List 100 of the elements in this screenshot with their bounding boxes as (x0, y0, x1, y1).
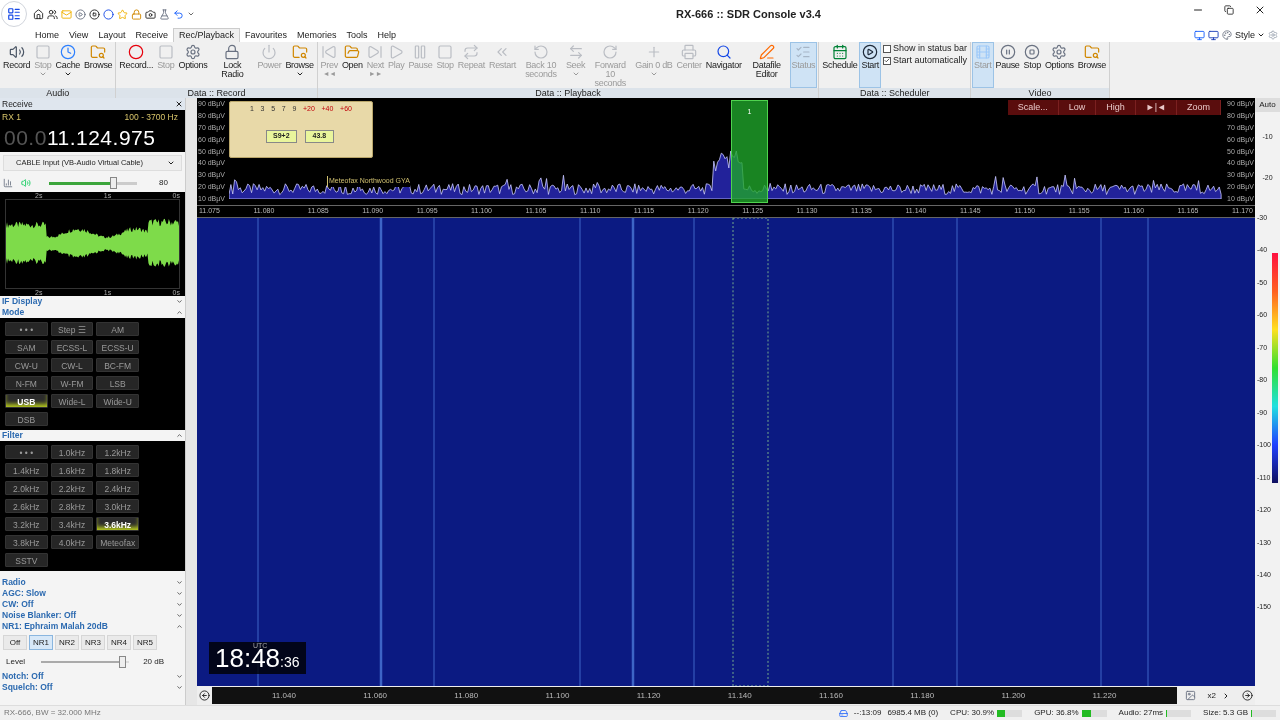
spectrum-control-button[interactable]: Scale... (1007, 100, 1059, 115)
mode-button[interactable]: ECSS-U (96, 340, 139, 354)
mode-button[interactable]: SSTV (5, 553, 48, 567)
ribbon-button[interactable]: Options (1042, 42, 1076, 88)
auto-button[interactable]: Auto (1255, 98, 1280, 112)
ribbon-button[interactable]: Lock Radio (209, 42, 256, 88)
mode-button[interactable]: LSB (96, 376, 139, 390)
panel-scrollbar[interactable] (185, 98, 197, 705)
menu-tab[interactable]: Favourites (239, 28, 292, 42)
circle-icon[interactable] (103, 8, 114, 20)
mode-button[interactable]: W-FM (50, 376, 94, 390)
section-header[interactable]: Notch: Off (0, 671, 185, 682)
mode-button[interactable]: Wide-L (50, 394, 94, 408)
ribbon-button[interactable]: Browse (283, 42, 316, 88)
menu-tab[interactable]: Help (372, 28, 402, 42)
mode-button[interactable]: 3.0kHz (96, 499, 139, 513)
mode-button[interactable]: 3.4kHz (50, 517, 94, 531)
monitor-icon[interactable] (1194, 29, 1205, 41)
menu-tab[interactable]: Receive (130, 28, 173, 42)
mode-button[interactable]: • • • (5, 322, 48, 336)
mode-button[interactable]: USB (5, 394, 48, 408)
menu-tab[interactable]: Tools (341, 28, 373, 42)
spectrum-control-button[interactable]: ►|◄ (1135, 100, 1177, 115)
mode-button[interactable]: 2.0kHz (5, 481, 48, 495)
flask-icon[interactable] (159, 8, 170, 20)
ribbon-button[interactable]: Browse (82, 42, 115, 88)
ribbon-button[interactable]: Options (176, 42, 210, 88)
ribbon-button[interactable]: Datafile Editor (743, 42, 790, 88)
spectrum-control-button[interactable]: Zoom (1177, 100, 1221, 115)
home-icon[interactable] (33, 8, 44, 20)
mode-button[interactable]: 2.2kHz (50, 481, 94, 495)
section-header[interactable]: CW: Off (0, 599, 185, 610)
ribbon-button[interactable]: Record... (117, 42, 156, 88)
section-header[interactable]: NR1: Ephraim Malah 20dB (0, 621, 185, 632)
scroll-right-icon[interactable] (1242, 690, 1253, 701)
camera-icon[interactable] (145, 8, 156, 20)
undo-icon[interactable] (173, 8, 184, 20)
menu-tab[interactable]: View (64, 28, 94, 42)
ribbon-button[interactable]: Cache (53, 42, 83, 88)
zoom-factor-button[interactable]: x2 (1197, 689, 1240, 702)
ribbon-button[interactable]: Start (859, 42, 881, 88)
caret-icon[interactable] (187, 10, 195, 18)
nr-button[interactable]: NR1 (29, 635, 53, 650)
level-meter-icon[interactable] (3, 178, 13, 188)
spectrum-control-button[interactable]: Low (1058, 100, 1097, 115)
mode-button[interactable]: Meteofax (96, 535, 139, 549)
section-header[interactable]: Filter (0, 430, 185, 441)
users-icon[interactable] (47, 8, 58, 20)
scroll-left-icon[interactable] (199, 690, 210, 701)
mode-button[interactable]: CW-L (50, 358, 94, 372)
mode-button[interactable]: 3.8kHz (5, 535, 48, 549)
section-header[interactable]: Squelch: Off (0, 682, 185, 693)
level-slider[interactable] (41, 656, 130, 668)
checkbox-option[interactable]: Show in status bar (882, 43, 967, 54)
ribbon-button[interactable]: Stop (1021, 42, 1043, 88)
ribbon-button[interactable]: Pause (993, 42, 1022, 88)
mode-button[interactable]: 3.6kHz (96, 517, 139, 531)
mode-button[interactable]: 1.8kHz (96, 463, 139, 477)
mode-button[interactable]: 1.4kHz (5, 463, 48, 477)
ribbon-button[interactable]: Browse (1075, 42, 1109, 88)
menu-tab[interactable]: Home (30, 28, 64, 42)
mode-button[interactable]: ECSS-L (50, 340, 94, 354)
mode-button[interactable]: DSB (5, 412, 48, 426)
mode-button[interactable]: 2.6kHz (5, 499, 48, 513)
mode-button[interactable]: • • • (5, 445, 48, 459)
ribbon-button[interactable]: Navigator (703, 42, 744, 88)
menu-tab[interactable]: Rec/Playback (172, 28, 240, 42)
menu-tab[interactable]: Memories (292, 28, 342, 42)
mode-button[interactable]: 2.8kHz (50, 499, 94, 513)
ribbon-button[interactable]: Schedule (820, 42, 860, 88)
nr-button[interactable]: NR4 (107, 635, 131, 650)
mode-button[interactable]: BC-FM (96, 358, 139, 372)
mode-button[interactable]: 1.0kHz (50, 445, 94, 459)
star-icon[interactable] (117, 8, 128, 20)
checkbox-option[interactable]: Start automatically (882, 55, 967, 66)
picture-icon[interactable] (1184, 690, 1196, 701)
section-header[interactable]: IF Display (0, 296, 185, 307)
section-header[interactable]: AGC: Slow (0, 588, 185, 599)
nr-button[interactable]: NR2 (55, 635, 79, 650)
section-header[interactable]: Radio (0, 577, 185, 588)
stop-icon[interactable] (89, 8, 100, 20)
mode-button[interactable]: 4.0kHz (50, 535, 94, 549)
mode-button[interactable]: N-FM (5, 376, 48, 390)
mode-button[interactable]: 2.4kHz (96, 481, 139, 495)
spectrum-control-button[interactable]: High (1096, 100, 1136, 115)
nr-button[interactable]: NR3 (81, 635, 105, 650)
monitor-icon[interactable] (1208, 29, 1219, 41)
mode-button[interactable]: Wide-U (96, 394, 139, 408)
close-icon[interactable] (175, 100, 183, 108)
mode-button[interactable]: 1.2kHz (96, 445, 139, 459)
frequency-display[interactable]: 00.011.124.975 (0, 124, 185, 152)
mode-button[interactable]: 3.2kHz (5, 517, 48, 531)
style-menu[interactable]: Style (1235, 29, 1265, 41)
mode-button[interactable]: SAM (5, 340, 48, 354)
mode-button[interactable]: 1.6kHz (50, 463, 94, 477)
ribbon-button[interactable]: Open (339, 42, 365, 88)
section-header[interactable]: Mode (0, 307, 185, 318)
close-icon[interactable] (1254, 4, 1266, 16)
overview-bar[interactable]: 11.040 11.060 11.080 11.100 11.120 11.140 11.160 11.180 11.200 11.220 (212, 687, 1177, 704)
menu-tab[interactable]: Layout (93, 28, 131, 42)
